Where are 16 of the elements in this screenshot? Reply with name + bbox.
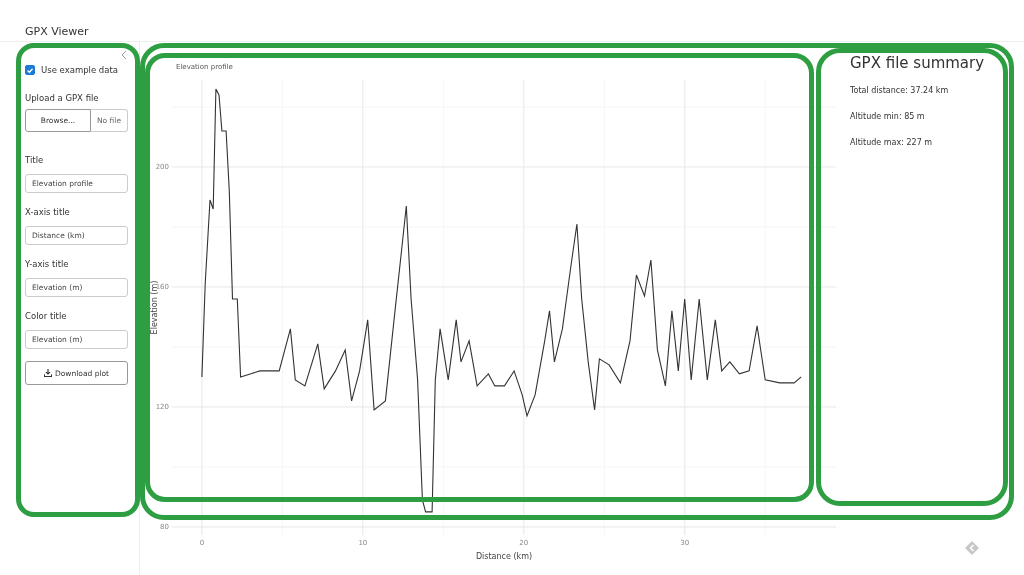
field-label: Y-axis title — [25, 259, 70, 269]
summary-text: Altitude min: 85 m — [850, 112, 926, 121]
field-label: Title — [25, 155, 45, 165]
summary-text: Altitude max: 227 m — [850, 138, 934, 147]
field-label: Color title — [25, 311, 68, 321]
app-title: GPX Viewer — [25, 25, 89, 38]
checkbox-label: Use example data — [41, 65, 118, 75]
x-axis-title: Distance (km) — [475, 552, 533, 560]
collapse-icon[interactable] — [121, 50, 127, 60]
diamond-icon[interactable] — [965, 541, 979, 555]
checkbox[interactable] — [25, 65, 35, 75]
field-label: Upload a GPX file — [25, 93, 100, 103]
download-icon — [43, 369, 52, 377]
summary-title: GPX file summary — [850, 54, 985, 72]
summary-text: Total distance: 37.24 km — [850, 86, 950, 95]
field-label: X-axis title — [25, 207, 71, 217]
